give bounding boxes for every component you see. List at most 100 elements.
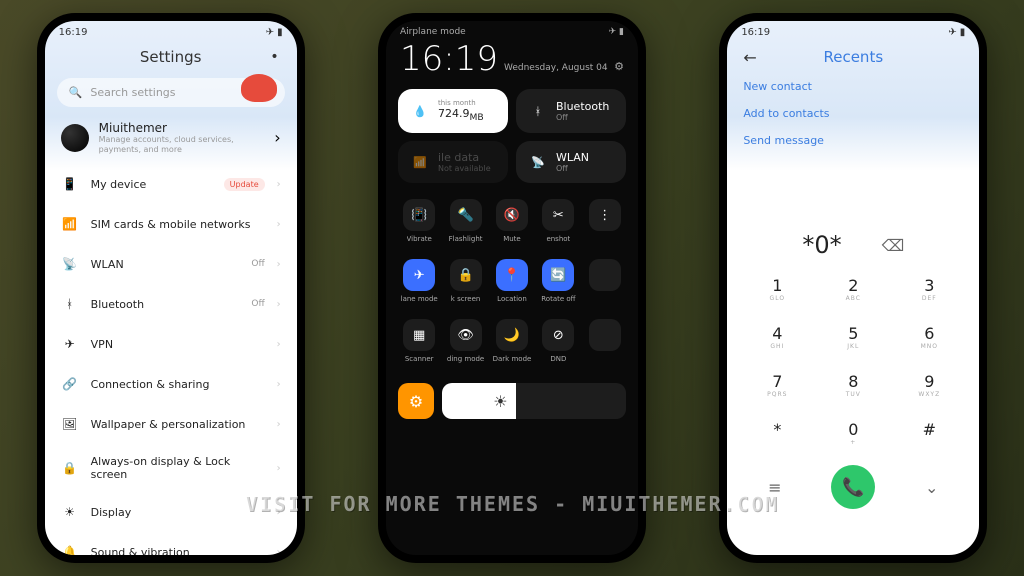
account-name: Miuithemer xyxy=(99,121,265,135)
brightness-track[interactable]: ☀ xyxy=(442,383,626,419)
settings-row[interactable]: 🔔 Sound & vibration › xyxy=(45,532,297,555)
toggle-icon: ✈ xyxy=(403,259,435,291)
dialer-actions: New contact Add to contacts Send message xyxy=(727,74,979,153)
search-input[interactable]: 🔍 Search settings xyxy=(57,78,285,107)
more-icon[interactable]: • xyxy=(270,49,278,65)
data-usage-tile[interactable]: 💧 this month 724.9MB xyxy=(398,89,508,133)
key-6[interactable]: 6 MNO xyxy=(891,313,967,361)
gear-icon[interactable]: ⚙ xyxy=(614,60,624,73)
toggle-icon: 📍 xyxy=(496,259,528,291)
toggle-icon: 📳 xyxy=(403,199,435,231)
page-title: Settings xyxy=(140,48,202,66)
toggle-k-screen[interactable]: 🔒 k screen xyxy=(444,253,486,309)
brightness-slider[interactable]: ⚙ ☀ xyxy=(398,383,626,419)
row-icon: 📶 xyxy=(61,215,79,233)
key-number: 1 xyxy=(739,276,815,295)
key-*[interactable]: * xyxy=(739,409,815,457)
key-9[interactable]: 9 WXYZ xyxy=(891,361,967,409)
toggle-Flashlight[interactable]: 🔦 Flashlight xyxy=(444,193,486,249)
toggle-icon: 👁 xyxy=(450,319,482,351)
key-5[interactable]: 5 JKL xyxy=(815,313,891,361)
key-#[interactable]: # xyxy=(891,409,967,457)
watermark: VISIT FOR MORE THEMES - MIUITHEMER.COM xyxy=(0,492,1024,516)
chevron-icon: › xyxy=(277,339,281,350)
toggle-[interactable] xyxy=(584,313,626,369)
key-letters: MNO xyxy=(891,343,967,350)
toggle-Mute[interactable]: 🔇 Mute xyxy=(491,193,533,249)
wifi-icon: 📡 xyxy=(528,152,548,172)
toggle-Location[interactable]: 📍 Location xyxy=(491,253,533,309)
chevron-icon: › xyxy=(277,419,281,430)
row-icon: 🔔 xyxy=(61,543,79,555)
key-0[interactable]: 0 + xyxy=(815,409,891,457)
phone-control-center: Airplane mode ✈ ▮ 16:19 Wednesday, Augus… xyxy=(378,13,646,563)
toggle-ding-mode[interactable]: 👁 ding mode xyxy=(444,313,486,369)
tile-label: ile data xyxy=(438,151,491,164)
toggle-lane-mode[interactable]: ✈ lane mode xyxy=(398,253,440,309)
key-3[interactable]: 3 DEF xyxy=(891,265,967,313)
key-1[interactable]: 1 GLO xyxy=(739,265,815,313)
chevron-icon: › xyxy=(277,547,281,555)
key-number: 5 xyxy=(815,324,891,343)
dialer-link[interactable]: Send message xyxy=(743,134,963,147)
key-number: 0 xyxy=(815,420,891,439)
row-icon: 🔗 xyxy=(61,375,79,393)
toggle-DND[interactable]: ⊘ DND xyxy=(537,313,579,369)
backspace-icon[interactable]: ⌫ xyxy=(882,236,905,255)
settings-row[interactable]: 🔒 Always-on display & Lock screen › xyxy=(45,444,297,492)
toggle-label: Rotate off xyxy=(541,295,575,303)
toggle-Vibrate[interactable]: 📳 Vibrate xyxy=(398,193,440,249)
tile-value: 724.9MB xyxy=(438,107,484,123)
settings-row[interactable]: 🔗 Connection & sharing › xyxy=(45,364,297,404)
key-8[interactable]: 8 TUV xyxy=(815,361,891,409)
settings-row[interactable]: 📡 WLAN Off › xyxy=(45,244,297,284)
row-label: VPN xyxy=(91,338,265,351)
toggle-[interactable]: ⋮ xyxy=(584,193,626,249)
mobile-data-tile[interactable]: 📶 ile data Not available xyxy=(398,141,508,183)
key-letters: TUV xyxy=(815,391,891,398)
search-icon: 🔍 xyxy=(69,86,83,99)
account-sub: Manage accounts, cloud services, payment… xyxy=(99,135,265,154)
key-number: 8 xyxy=(815,372,891,391)
row-label: Sound & vibration xyxy=(91,546,265,555)
key-letters: DEF xyxy=(891,295,967,302)
row-icon: 🖼 xyxy=(61,415,79,433)
toggle-icon: 🔦 xyxy=(450,199,482,231)
settings-row[interactable]: ✈ VPN › xyxy=(45,324,297,364)
cc-time: 16:19 xyxy=(400,39,498,79)
settings-row[interactable]: 📶 SIM cards & mobile networks › xyxy=(45,204,297,244)
row-icon: 📡 xyxy=(61,255,79,273)
chevron-icon: › xyxy=(277,259,281,270)
dialer-link[interactable]: Add to contacts xyxy=(743,107,963,120)
cc-toggles: 📳 Vibrate🔦 Flashlight🔇 Mute✂ enshot⋮ ✈ l… xyxy=(386,189,638,373)
wlan-tile[interactable]: 📡 WLAN Off xyxy=(516,141,626,183)
key-4[interactable]: 4 GHI xyxy=(739,313,815,361)
key-number: 2 xyxy=(815,276,891,295)
account-row[interactable]: Miuithemer Manage accounts, cloud servic… xyxy=(45,111,297,164)
toggle-[interactable] xyxy=(584,253,626,309)
key-letters: GHI xyxy=(739,343,815,350)
toggle-label: Vibrate xyxy=(407,235,432,243)
key-7[interactable]: 7 PQRS xyxy=(739,361,815,409)
back-icon[interactable]: ← xyxy=(743,48,756,67)
status-icons: ✈ ▮ xyxy=(609,27,624,37)
phone-settings: 16:19 ✈ ▮ Settings • 🔍 Search settings M… xyxy=(37,13,305,563)
settings-row[interactable]: 📱 My device Update › xyxy=(45,164,297,204)
toggle-Dark-mode[interactable]: 🌙 Dark mode xyxy=(491,313,533,369)
auto-brightness-button[interactable]: ⚙ xyxy=(398,383,434,419)
settings-row[interactable]: 🖼 Wallpaper & personalization › xyxy=(45,404,297,444)
tile-sub: Not available xyxy=(438,164,491,173)
key-2[interactable]: 2 ABC xyxy=(815,265,891,313)
toggle-Scanner[interactable]: ▦ Scanner xyxy=(398,313,440,369)
chevron-icon: › xyxy=(277,179,281,190)
page-title: Recents xyxy=(823,48,883,66)
toggle-Rotate-off[interactable]: 🔄 Rotate off xyxy=(537,253,579,309)
dialer-link[interactable]: New contact xyxy=(743,80,963,93)
toggle-label: Flashlight xyxy=(449,235,483,243)
row-label: Bluetooth xyxy=(91,298,240,311)
status-icons: ✈ ▮ xyxy=(948,27,965,38)
toggle-enshot[interactable]: ✂ enshot xyxy=(537,193,579,249)
tile-label: WLAN xyxy=(556,151,589,164)
bluetooth-tile[interactable]: ᚼ Bluetooth Off xyxy=(516,89,626,133)
settings-row[interactable]: ᚼ Bluetooth Off › xyxy=(45,284,297,324)
